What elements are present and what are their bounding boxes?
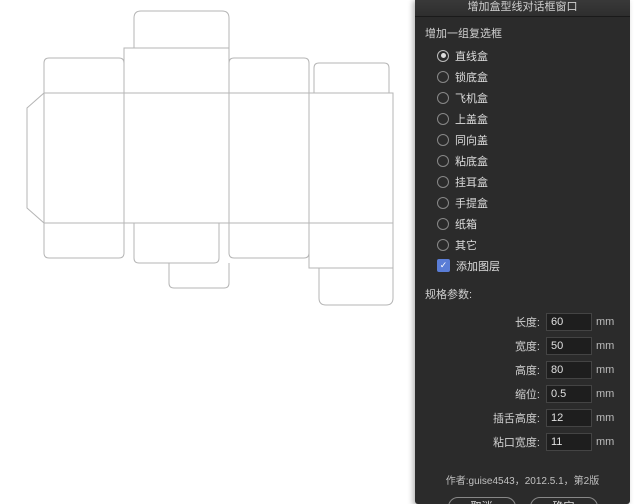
option-label: 纸箱 [455,216,477,232]
param-unit: mm [592,340,620,352]
radio-icon [437,134,449,146]
option-label: 上盖盒 [455,111,488,127]
box-dieline-preview [24,8,394,368]
option-carton[interactable]: 纸箱 [437,213,620,234]
param-name: 长度: [515,314,546,330]
option-straight-box[interactable]: 直线盒 [437,45,620,66]
param-name: 粘口宽度: [493,434,546,450]
param-name: 缩位: [515,386,546,402]
cancel-button[interactable]: 取消 [448,497,516,504]
length-input[interactable] [546,313,592,331]
glue-width-input[interactable] [546,433,592,451]
param-width: 宽度: mm [425,334,620,358]
option-other[interactable]: 其它 [437,234,620,255]
option-label: 直线盒 [455,48,488,64]
option-label: 其它 [455,237,477,253]
radio-icon [437,92,449,104]
option-add-layer[interactable]: ✓ 添加图层 [437,255,620,276]
option-airplane-box[interactable]: 飞机盒 [437,87,620,108]
checkbox-icon: ✓ [437,259,450,272]
radio-icon [437,197,449,209]
params-label: 规格参数: [425,286,620,302]
param-unit: mm [592,316,620,328]
param-rows: 长度: mm 宽度: mm 高度: mm 缩位: mm [425,310,620,454]
radio-icon [437,176,449,188]
option-label: 挂耳盒 [455,174,488,190]
param-unit: mm [592,364,620,376]
footer-note: 作者:guise4543，2012.5.1，第2版 [425,472,620,487]
height-input[interactable] [546,361,592,379]
option-group-label: 增加一组复选框 [425,25,620,41]
radio-icon [437,239,449,251]
radio-icon [437,113,449,125]
param-glue-width: 粘口宽度: mm [425,430,620,454]
option-handle-box[interactable]: 手提盒 [437,192,620,213]
shrink-input[interactable] [546,385,592,403]
param-shrink: 缩位: mm [425,382,620,406]
dialog-window: 增加盒型线对话框窗口 增加一组复选框 直线盒 锁底盒 飞机盒 上盖盒 [415,0,630,504]
radio-icon [437,155,449,167]
param-name: 高度: [515,362,546,378]
option-lock-bottom-box[interactable]: 锁底盒 [437,66,620,87]
dialog-title: 增加盒型线对话框窗口 [415,0,630,17]
box-type-options: 直线盒 锁底盒 飞机盒 上盖盒 同向盖 [425,45,620,276]
radio-icon [437,218,449,230]
param-length: 长度: mm [425,310,620,334]
option-same-direction-lid[interactable]: 同向盖 [437,129,620,150]
option-label: 手提盒 [455,195,488,211]
option-glue-bottom-box[interactable]: 粘底盒 [437,150,620,171]
option-label: 粘底盒 [455,153,488,169]
radio-icon [437,50,449,62]
radio-icon [437,71,449,83]
param-name: 插舌高度: [493,410,546,426]
option-label: 同向盖 [455,132,488,148]
param-unit: mm [592,388,620,400]
param-unit: mm [592,436,620,448]
option-label: 锁底盒 [455,69,488,85]
param-unit: mm [592,412,620,424]
option-label: 添加图层 [456,258,500,274]
tuck-height-input[interactable] [546,409,592,427]
option-hang-tab-box[interactable]: 挂耳盒 [437,171,620,192]
param-name: 宽度: [515,338,546,354]
width-input[interactable] [546,337,592,355]
ok-button[interactable]: 确定 [530,497,598,504]
option-top-cover-box[interactable]: 上盖盒 [437,108,620,129]
param-tuck-height: 插舌高度: mm [425,406,620,430]
param-height: 高度: mm [425,358,620,382]
option-label: 飞机盒 [455,90,488,106]
